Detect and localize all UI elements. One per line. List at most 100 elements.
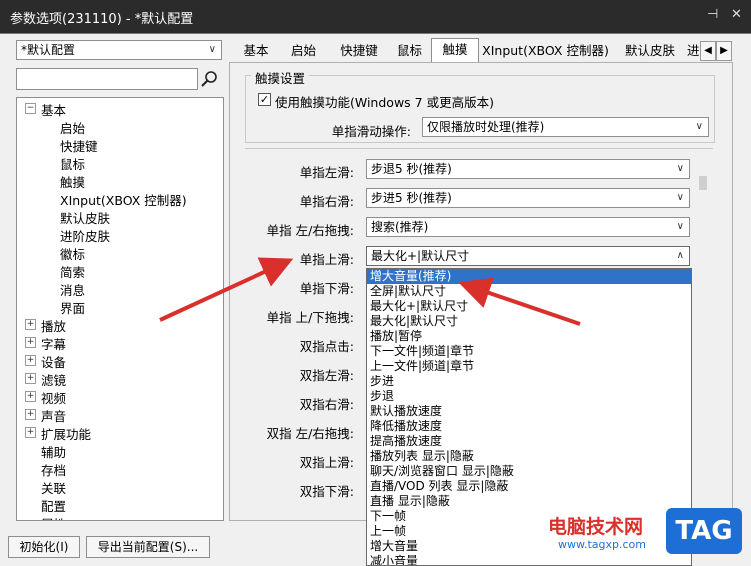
gesture-select-value: 步进5 秒(推荐): [371, 191, 452, 205]
gesture-label: 双指 左/右拖拽:: [266, 426, 354, 441]
tree-item-child[interactable]: 徽标: [60, 244, 85, 263]
enable-touch-checkbox[interactable]: ✓: [258, 93, 271, 106]
tree-item-category[interactable]: 扩展功能: [41, 424, 91, 443]
tree-item-child[interactable]: 启始: [60, 118, 85, 137]
chevron-down-icon: ∨: [676, 221, 684, 232]
expand-icon[interactable]: +: [25, 319, 36, 330]
dropdown-option[interactable]: 默认播放速度: [367, 404, 691, 419]
gesture-select[interactable]: 步进5 秒(推荐) ∨: [366, 188, 690, 208]
expand-icon[interactable]: +: [25, 409, 36, 420]
dropdown-option[interactable]: 降低播放速度: [367, 419, 691, 434]
collapse-icon[interactable]: −: [25, 103, 36, 114]
tree-item-child[interactable]: 默认皮肤: [60, 208, 110, 227]
dropdown-option[interactable]: 直播 显示|隐蔽: [367, 494, 691, 509]
gesture-dropdown-list: 增大音量(推荐) 全屏|默认尺寸 最大化+|默认尺寸 最大化|默认尺寸 播放|暂停 下一文…: [366, 268, 692, 566]
expand-icon[interactable]: +: [25, 355, 36, 366]
tab-item[interactable]: 默认皮肤: [614, 40, 686, 62]
tree-item-child[interactable]: 消息: [60, 280, 85, 299]
gesture-label: 双指左滑:: [299, 368, 354, 383]
tree-item-category[interactable]: 关联: [41, 478, 66, 497]
gesture-select[interactable]: 最大化+|默认尺寸 ∧: [366, 246, 690, 266]
gesture-select[interactable]: 步退5 秒(推荐) ∨: [366, 159, 690, 179]
profile-select[interactable]: *默认配置 ∨: [16, 40, 222, 60]
gesture-label: 单指左滑:: [299, 165, 354, 180]
chevron-up-icon: ∧: [676, 250, 684, 261]
dropdown-option[interactable]: 最大化+|默认尺寸: [367, 299, 691, 314]
tab-scroll-left-icon[interactable]: ◀: [700, 41, 716, 61]
dropdown-option[interactable]: 步进: [367, 374, 691, 389]
tree-item-category[interactable]: 属性: [41, 514, 66, 520]
dropdown-option[interactable]: 播放列表 显示|隐蔽: [367, 449, 691, 464]
window-title: 参数选项(231110) - *默认配置: [10, 12, 194, 27]
gesture-select-value: 步退5 秒(推荐): [371, 162, 452, 176]
dropdown-option[interactable]: 播放|暂停: [367, 329, 691, 344]
dropdown-option[interactable]: 下一文件|频道|章节: [367, 344, 691, 359]
search-box: [16, 68, 222, 90]
close-icon[interactable]: ✕: [731, 7, 742, 22]
export-config-button[interactable]: 导出当前配置(S)...: [86, 536, 210, 558]
tab-item[interactable]: 进: [687, 40, 699, 62]
tree-item-category[interactable]: 设备: [41, 352, 66, 371]
chevron-down-icon: ∨: [695, 121, 703, 132]
expand-icon[interactable]: +: [25, 337, 36, 348]
gesture-select-value: 最大化+|默认尺寸: [371, 249, 470, 263]
tree-item-category[interactable]: 声音: [41, 406, 66, 425]
tree-item-category[interactable]: 字幕: [41, 334, 66, 353]
dropdown-option[interactable]: 提高播放速度: [367, 434, 691, 449]
dropdown-option[interactable]: 聊天/浏览器窗口 显示|隐蔽: [367, 464, 691, 479]
divider: [245, 148, 713, 149]
dropdown-option[interactable]: 全屏|默认尺寸: [367, 284, 691, 299]
tab-item[interactable]: 快捷键: [330, 40, 388, 62]
chevron-down-icon: ∨: [676, 192, 684, 203]
tree-item-child[interactable]: XInput(XBOX 控制器): [60, 190, 187, 209]
single-slide-select[interactable]: 仅限播放时处理(推荐) ∨: [422, 117, 709, 137]
tab-item[interactable]: 基本: [235, 40, 277, 62]
category-tree: − 基本 启始 快捷键 鼠标 触摸 XInput(XBOX 控制器) 默认皮肤 进阶皮肤 徽标 简索…: [16, 97, 224, 521]
expand-icon[interactable]: +: [25, 391, 36, 402]
enable-touch-label: 使用触摸功能(Windows 7 或更高版本): [275, 95, 494, 110]
tree-item-child[interactable]: 简索: [60, 262, 85, 281]
tree-item-child[interactable]: 鼠标: [60, 154, 85, 173]
tree-item-category[interactable]: 播放: [41, 316, 66, 335]
tab-item[interactable]: 启始: [278, 40, 329, 62]
tree-item-root[interactable]: 基本: [41, 100, 66, 119]
tree-item-child[interactable]: 快捷键: [60, 136, 98, 155]
dropdown-option[interactable]: 增大音量(推荐): [367, 269, 691, 284]
settings-scrollbar[interactable]: [697, 158, 709, 510]
search-input[interactable]: [16, 68, 198, 90]
dropdown-option[interactable]: 直播/VOD 列表 显示|隐蔽: [367, 479, 691, 494]
group-title: 触摸设置: [251, 68, 310, 87]
title-bar: 参数选项(231110) - *默认配置 ⊣ ✕: [0, 0, 751, 33]
search-icon[interactable]: [200, 70, 218, 88]
init-button[interactable]: 初始化(I): [8, 536, 80, 558]
expand-icon[interactable]: +: [25, 427, 36, 438]
tree-item-child[interactable]: 界面: [60, 298, 85, 317]
chevron-down-icon: ∨: [208, 44, 216, 55]
single-slide-value: 仅限播放时处理(推荐): [427, 120, 545, 134]
gesture-select-value: 搜索(推荐): [371, 220, 429, 234]
gesture-label: 双指右滑:: [299, 397, 354, 412]
tree-item-category[interactable]: 配置: [41, 496, 66, 515]
tab-item[interactable]: 鼠标: [389, 40, 430, 62]
single-slide-label: 单指滑动操作:: [331, 124, 411, 139]
tree-item-category[interactable]: 存档: [41, 460, 66, 479]
scrollbar-thumb[interactable]: [699, 176, 707, 190]
tree-item-category[interactable]: 滤镜: [41, 370, 66, 389]
tab-item[interactable]: 触摸: [431, 38, 479, 64]
dropdown-option[interactable]: 最大化|默认尺寸: [367, 314, 691, 329]
dropdown-option[interactable]: 减小音量: [367, 554, 691, 565]
dropdown-option[interactable]: 步退: [367, 389, 691, 404]
gesture-select[interactable]: 搜索(推荐) ∨: [366, 217, 690, 237]
pin-icon[interactable]: ⊣: [707, 7, 718, 22]
tab-item[interactable]: XInput(XBOX 控制器): [478, 40, 613, 62]
tree-item-child[interactable]: 进阶皮肤: [60, 226, 110, 245]
expand-icon[interactable]: +: [25, 373, 36, 384]
tree-item-category[interactable]: 辅助: [41, 442, 66, 461]
dropdown-option[interactable]: 上一文件|频道|章节: [367, 359, 691, 374]
gesture-label: 单指上滑:: [299, 252, 354, 267]
tab-scroll-right-icon[interactable]: ▶: [716, 41, 732, 61]
profile-select-value: *默认配置: [21, 43, 76, 57]
tag-logo: TAG: [666, 508, 742, 554]
tree-item-touch[interactable]: 触摸: [60, 172, 85, 191]
tree-item-category[interactable]: 视频: [41, 388, 66, 407]
